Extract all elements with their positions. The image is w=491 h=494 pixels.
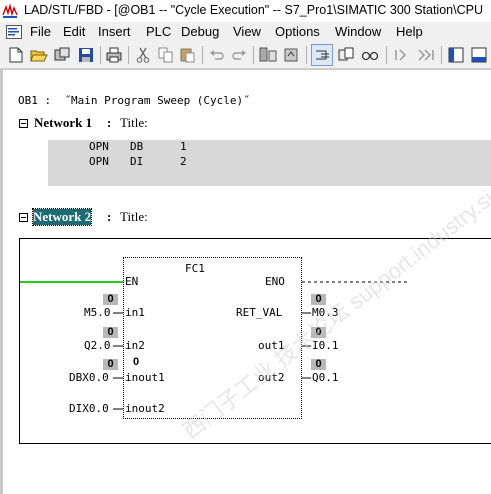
param-inout1: inout1	[125, 371, 165, 384]
param-in2: in2	[125, 339, 145, 352]
param-ret-val: RET_VAL	[236, 306, 283, 319]
status-value-inout1-internal: 0	[133, 356, 140, 368]
operand-out1[interactable]: I0.1	[312, 339, 339, 352]
block-name: FC1	[185, 262, 205, 275]
status-value-inout1: 0	[103, 359, 118, 370]
status-value-in1: 0	[103, 294, 118, 305]
operand-in2[interactable]: Q2.0	[84, 339, 111, 352]
eno-pin: ENO	[265, 275, 285, 288]
status-value-out2: 0	[311, 359, 326, 370]
status-value-ret-val: 0	[311, 294, 326, 305]
operand-out2[interactable]: Q0.1	[312, 371, 339, 384]
operand-ret-val[interactable]: M0.3	[312, 306, 339, 319]
param-out1: out1	[258, 339, 285, 352]
status-value-out1: 0	[311, 327, 326, 338]
param-out2: out2	[258, 371, 285, 384]
status-value-in2: 0	[103, 327, 118, 338]
param-in1: in1	[125, 306, 145, 319]
operand-inout1[interactable]: DBX0.0	[69, 371, 109, 384]
operand-inout2[interactable]: DIX0.0	[69, 402, 109, 415]
en-pin: EN	[125, 275, 139, 288]
param-inout2: inout2	[125, 402, 165, 415]
ladder-wiring	[20, 281, 409, 410]
operand-in1[interactable]: M5.0	[84, 306, 111, 319]
